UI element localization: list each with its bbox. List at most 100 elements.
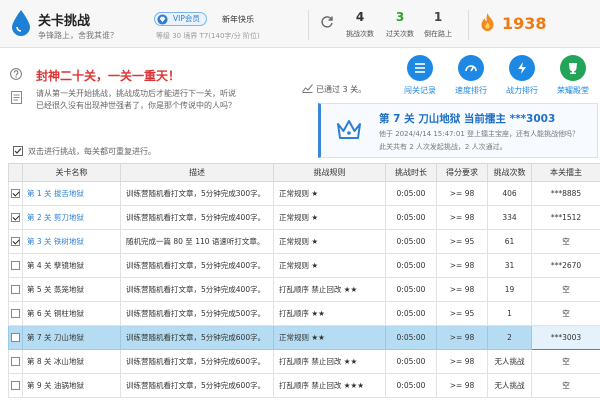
- hall-of-fame-button[interactable]: 荣耀殿堂: [548, 55, 598, 96]
- divider: [468, 10, 469, 40]
- table-row[interactable]: 第 7 关 刀山地狱 训练营随机看打文章，5分钟完成600字。 正常规则 ★★ 0:0…: [8, 325, 600, 350]
- record-label: 闯关记录: [404, 86, 436, 95]
- power-rank-label: 战力排行: [506, 86, 538, 95]
- select-column-header: [8, 163, 23, 182]
- level-description: 随机完成一篇 80 至 110 语速听打文章。: [120, 229, 274, 254]
- level-rule: 打乱顺序 禁止回改 ★★: [273, 349, 386, 374]
- table-row[interactable]: 第 4 关 孽镜地狱 训练营随机看打文章，5分钟完成400字。 正常规则 ★ 0:05…: [8, 253, 600, 278]
- trophy-icon: [560, 55, 586, 81]
- column-header-duration[interactable]: 挑战时长: [385, 163, 437, 182]
- level-holder: ***8885: [531, 181, 600, 206]
- checkbox-hint-icon: [13, 146, 23, 156]
- user-level-info: 等级 30 境界 T7(140字/分 阶位): [156, 32, 260, 40]
- checkbox[interactable]: [11, 213, 20, 223]
- page-title: 关卡挑战: [38, 14, 91, 29]
- level-description: 训练营随机看打文章，5分钟完成600字。: [120, 325, 274, 350]
- row-checkbox: [8, 229, 23, 254]
- power-rank-button[interactable]: 战力排行: [497, 55, 547, 96]
- table-row[interactable]: 第 3 关 铁树地狱 随机完成一篇 80 至 110 语速听打文章。 正常规则 ★ 0…: [8, 229, 600, 254]
- vip-badge[interactable]: VIP会员: [154, 12, 207, 26]
- speed-icon: [458, 55, 484, 81]
- level-duration: 0:05:00: [385, 277, 437, 302]
- table-row[interactable]: 第 6 关 铜柱地狱 训练营随机看打文章，5分钟完成500字。 打乱顺序 ★★ 0:0…: [8, 301, 600, 326]
- column-header-holder[interactable]: 本关擂主: [531, 163, 600, 182]
- checkbox[interactable]: [11, 261, 20, 271]
- row-checkbox: [8, 373, 23, 398]
- checkbox[interactable]: [11, 357, 20, 367]
- refresh-icon[interactable]: [320, 15, 334, 29]
- level-holder: 空: [531, 229, 600, 254]
- table-row[interactable]: 第 2 关 剪刀地狱 训练营随机看打文章，5分钟完成400字。 正常规则 ★ 0:05…: [8, 205, 600, 230]
- table-row[interactable]: 第 5 关 蒸笼地狱 训练营随机看打文章，5分钟完成400字。 打乱顺序 禁止回改 …: [8, 277, 600, 302]
- column-header-rule[interactable]: 挑战规则: [273, 163, 386, 182]
- level-name: 第 4 关 孽镜地狱: [22, 253, 121, 278]
- fire-icon: [481, 13, 494, 31]
- column-header-attempts[interactable]: 挑战次数: [487, 163, 532, 182]
- intro-text-line-1: 请从第一关开始挑战，挑战成功后才能进行下一关，听说: [36, 89, 236, 98]
- level-duration: 0:05:00: [385, 181, 437, 206]
- level-score-requirement: >= 98: [436, 181, 488, 206]
- row-checkbox: [8, 205, 23, 230]
- level-description: 训练营随机看打文章，5分钟完成500字。: [120, 301, 274, 326]
- level-score-requirement: >= 95: [436, 301, 488, 326]
- level-duration: 0:05:00: [385, 325, 437, 350]
- table-row[interactable]: 第 9 关 油锅地狱 训练营随机看打文章，5分钟完成600字。 打乱顺序 禁止回改 …: [8, 373, 600, 398]
- level-description: 训练营随机看打文章，5分钟完成400字。: [120, 253, 274, 278]
- row-checkbox: [8, 325, 23, 350]
- level-holder: ***3003: [531, 325, 600, 350]
- level-score-requirement: >= 98: [436, 325, 488, 350]
- row-checkbox: [8, 181, 23, 206]
- diamond-icon: [157, 14, 168, 25]
- level-score-requirement: >= 98: [436, 205, 488, 230]
- level-attempts: 61: [487, 229, 532, 254]
- level-duration: 0:05:00: [385, 349, 437, 374]
- speed-rank-button[interactable]: 速度排行: [446, 55, 496, 96]
- stat-attempts: 4 挑战次数: [338, 10, 382, 39]
- level-duration: 0:05:00: [385, 205, 437, 230]
- row-checkbox: [8, 253, 23, 278]
- level-name: 第 1 关 拔舌地狱: [22, 181, 121, 206]
- level-attempts: 2: [487, 325, 532, 350]
- level-attempts: 无人挑战: [487, 373, 532, 398]
- checkbox[interactable]: [11, 309, 20, 319]
- vip-label: VIP会员: [173, 14, 200, 23]
- checkbox[interactable]: [11, 189, 20, 199]
- checkbox[interactable]: [11, 381, 20, 391]
- passed-count-text: 已通过 3 关。: [316, 85, 367, 94]
- table-row[interactable]: 第 8 关 冰山地狱 训练营随机看打文章，5分钟完成600字。 打乱顺序 禁止回改 …: [8, 349, 600, 374]
- stat-label: 挑战次数: [346, 30, 374, 38]
- level-duration: 0:05:00: [385, 229, 437, 254]
- help-icon[interactable]: [10, 68, 22, 80]
- level-attempts: 334: [487, 205, 532, 230]
- level-name: 第 8 关 冰山地狱: [22, 349, 121, 374]
- checkbox[interactable]: [11, 285, 20, 295]
- divider: [308, 10, 309, 40]
- checkbox[interactable]: [11, 333, 20, 343]
- stat-value: 4: [355, 10, 365, 24]
- table-header-row: 关卡名称 描述 挑战规则 挑战时长 得分要求 挑战次数 本关擂主: [8, 163, 600, 182]
- level-rule: 打乱顺序 禁止回改 ★★: [273, 277, 386, 302]
- list-icon: [407, 55, 433, 81]
- level-attempts: 1: [487, 301, 532, 326]
- intro-text-line-2: 已经很久没有出现神世强者了，你是那个传说中的人吗？: [36, 101, 236, 110]
- level-holder: 空: [531, 277, 600, 302]
- level-score-requirement: >= 98: [436, 373, 488, 398]
- record-button[interactable]: 闯关记录: [395, 55, 445, 96]
- row-checkbox: [8, 349, 23, 374]
- water-drop-icon: [12, 10, 30, 36]
- column-header-name[interactable]: 关卡名称: [22, 163, 121, 182]
- level-rule: 正常规则 ★: [273, 253, 386, 278]
- level-attempts: 19: [487, 277, 532, 302]
- crown-icon: [337, 120, 361, 139]
- level-description: 训练营随机看打文章，5分钟完成600字。: [120, 373, 274, 398]
- level-rule: 正常规则 ★: [273, 181, 386, 206]
- table-row[interactable]: 第 1 关 拔舌地狱 训练营随机看打文章，5分钟完成300字。 正常规则 ★ 0:05…: [8, 181, 600, 206]
- level-rule: 正常规则 ★★: [273, 325, 386, 350]
- column-header-score[interactable]: 得分要求: [436, 163, 488, 182]
- column-header-desc[interactable]: 描述: [120, 163, 274, 182]
- level-name: 第 6 关 铜柱地狱: [22, 301, 121, 326]
- score-value: 1938: [502, 14, 547, 33]
- chart-trend-icon: [302, 84, 313, 93]
- champion-stats: 此关共有 2 人次发起挑战，2 人次通过。: [379, 143, 507, 151]
- checkbox[interactable]: [11, 237, 20, 247]
